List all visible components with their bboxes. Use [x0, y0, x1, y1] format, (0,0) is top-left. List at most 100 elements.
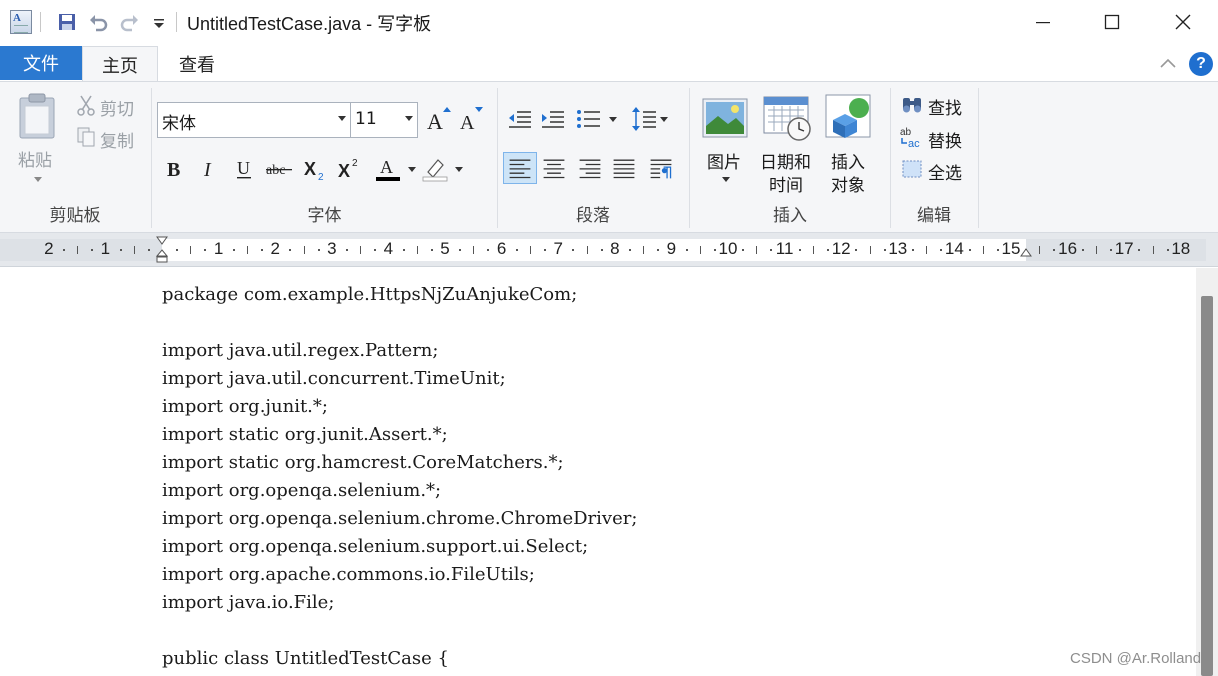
svg-text:U: U — [237, 158, 250, 178]
paste-label[interactable]: 粘贴 — [18, 146, 52, 171]
paragraph-icon[interactable] — [646, 153, 676, 183]
shrink-font-icon[interactable]: A — [456, 104, 486, 134]
find-label[interactable]: 查找 — [928, 94, 962, 119]
copy-icon[interactable] — [76, 126, 96, 148]
increase-indent-icon[interactable] — [538, 104, 568, 134]
tab-file[interactable]: 文件 — [0, 46, 82, 80]
insert-object-icon[interactable] — [825, 94, 873, 140]
ruler-tick — [982, 246, 984, 254]
select-all-label[interactable]: 全选 — [928, 159, 962, 184]
ruler-number: 13 — [888, 239, 908, 258]
align-left-icon[interactable] — [503, 152, 537, 184]
bold-icon[interactable]: B — [159, 154, 189, 184]
ruler-tick — [246, 246, 248, 254]
scrollbar-thumb[interactable] — [1201, 296, 1213, 676]
close-icon[interactable] — [1148, 0, 1218, 44]
right-indent-marker-icon[interactable] — [1020, 247, 1032, 259]
svg-text:ac: ac — [908, 138, 920, 149]
vertical-scrollbar[interactable] — [1196, 268, 1218, 676]
document-line[interactable]: public class UntitledTestCase { — [162, 648, 449, 669]
paste-icon[interactable] — [14, 92, 60, 140]
tab-home[interactable]: 主页 — [82, 46, 158, 83]
undo-icon[interactable] — [87, 11, 109, 33]
copy-label[interactable]: 复制 — [100, 127, 134, 152]
superscript-icon[interactable]: X2 — [335, 154, 365, 184]
ruler-dot — [289, 249, 292, 251]
replace-icon[interactable]: ab ac — [899, 125, 925, 149]
ruler-tick — [416, 246, 418, 254]
ruler-tick — [1039, 246, 1041, 254]
strikethrough-icon[interactable]: abc — [264, 154, 294, 184]
paste-dropdown-icon[interactable] — [32, 174, 44, 184]
line-spacing-dropdown-icon[interactable] — [659, 114, 669, 124]
customize-dropdown-icon[interactable] — [148, 11, 170, 33]
ruler-dot — [628, 249, 631, 251]
justify-icon[interactable] — [609, 153, 639, 183]
ruler-dot — [119, 249, 122, 251]
indent-marker-icon[interactable] — [156, 236, 168, 264]
ruler-dot — [996, 249, 999, 251]
minimize-icon[interactable] — [1008, 0, 1078, 44]
binoculars-icon[interactable] — [901, 94, 923, 114]
picture-dropdown-icon[interactable] — [720, 174, 732, 184]
align-right-icon[interactable] — [575, 153, 605, 183]
svg-text:A: A — [380, 157, 393, 177]
collapse-ribbon-icon[interactable] — [1158, 54, 1178, 74]
document-line[interactable]: import org.openqa.selenium.support.ui.Se… — [162, 536, 588, 557]
align-center-icon[interactable] — [539, 153, 569, 183]
document-line[interactable]: import static org.junit.Assert.*; — [162, 424, 448, 445]
ruler-dot — [1053, 249, 1056, 251]
document-line[interactable]: import java.io.File; — [162, 592, 334, 613]
decrease-indent-icon[interactable] — [505, 104, 535, 134]
replace-label[interactable]: 替换 — [928, 127, 962, 152]
subscript-icon[interactable]: X2 — [301, 154, 331, 184]
document-line[interactable]: import org.apache.commons.io.FileUtils; — [162, 564, 535, 585]
calendar-clock-icon[interactable] — [763, 94, 813, 142]
line-spacing-icon[interactable] — [630, 104, 660, 134]
save-icon[interactable] — [56, 11, 78, 33]
maximize-icon[interactable] — [1077, 0, 1147, 44]
document-area[interactable]: package com.example.HttpsNjZuAnjukeCom; i… — [0, 268, 1196, 676]
insert-group: 图片 日期和 时间 插入 对象 插入 — [690, 82, 890, 232]
font-size-select[interactable]: 11 — [350, 102, 418, 138]
help-icon[interactable]: ? — [1189, 52, 1213, 76]
font-color-icon[interactable]: A — [373, 154, 403, 184]
bullets-dropdown-icon[interactable] — [608, 114, 618, 124]
font-family-value: 宋体 — [162, 114, 196, 134]
document-line[interactable]: import org.junit.*; — [162, 396, 328, 417]
redo-icon[interactable] — [119, 11, 141, 33]
select-all-icon[interactable] — [901, 159, 923, 179]
highlight-color-icon[interactable] — [420, 154, 450, 184]
datetime-label-line2[interactable]: 时间 — [769, 171, 803, 196]
paragraph-group-label: 段落 — [576, 206, 610, 226]
font-color-dropdown-icon[interactable] — [407, 164, 417, 174]
underline-icon[interactable]: U — [229, 154, 259, 184]
document-line[interactable]: import java.util.concurrent.TimeUnit; — [162, 368, 506, 389]
svg-text:ab: ab — [900, 127, 912, 138]
document-line[interactable]: import static org.hamcrest.CoreMatchers.… — [162, 452, 564, 473]
bullets-icon[interactable] — [574, 104, 604, 134]
document-line[interactable]: import org.openqa.selenium.chrome.Chrome… — [162, 508, 637, 529]
grow-font-icon[interactable]: A — [424, 104, 454, 134]
picture-label[interactable]: 图片 — [707, 148, 741, 173]
cut-icon[interactable] — [76, 94, 96, 116]
svg-text:X: X — [338, 161, 350, 181]
datetime-label-line1[interactable]: 日期和 — [760, 148, 811, 173]
document-line[interactable]: import org.openqa.selenium.*; — [162, 480, 441, 501]
tab-view[interactable]: 查看 — [158, 46, 236, 82]
ruler-tick — [926, 246, 928, 254]
document-line[interactable]: import java.util.regex.Pattern; — [162, 340, 438, 361]
insert-object-label-line2[interactable]: 对象 — [831, 171, 865, 196]
ruler[interactable]: 2 1 1 2 3 4 5 6 7 8 9 10 11 12 13 14 15 16 17 18 — [0, 233, 1218, 267]
document-line[interactable]: package com.example.HttpsNjZuAnjukeCom; — [162, 284, 577, 305]
highlight-dropdown-icon[interactable] — [454, 164, 464, 174]
font-family-select[interactable]: 宋体 — [157, 102, 351, 138]
ruler-number: 11 — [775, 239, 794, 258]
insert-object-label-line1[interactable]: 插入 — [831, 148, 865, 173]
ruler-dot — [1138, 249, 1141, 251]
wordpad-app-icon[interactable] — [10, 10, 32, 34]
ruler-tick — [360, 246, 362, 254]
cut-label[interactable]: 剪切 — [100, 95, 134, 120]
italic-icon[interactable]: I — [194, 154, 224, 184]
picture-icon[interactable] — [702, 98, 748, 138]
